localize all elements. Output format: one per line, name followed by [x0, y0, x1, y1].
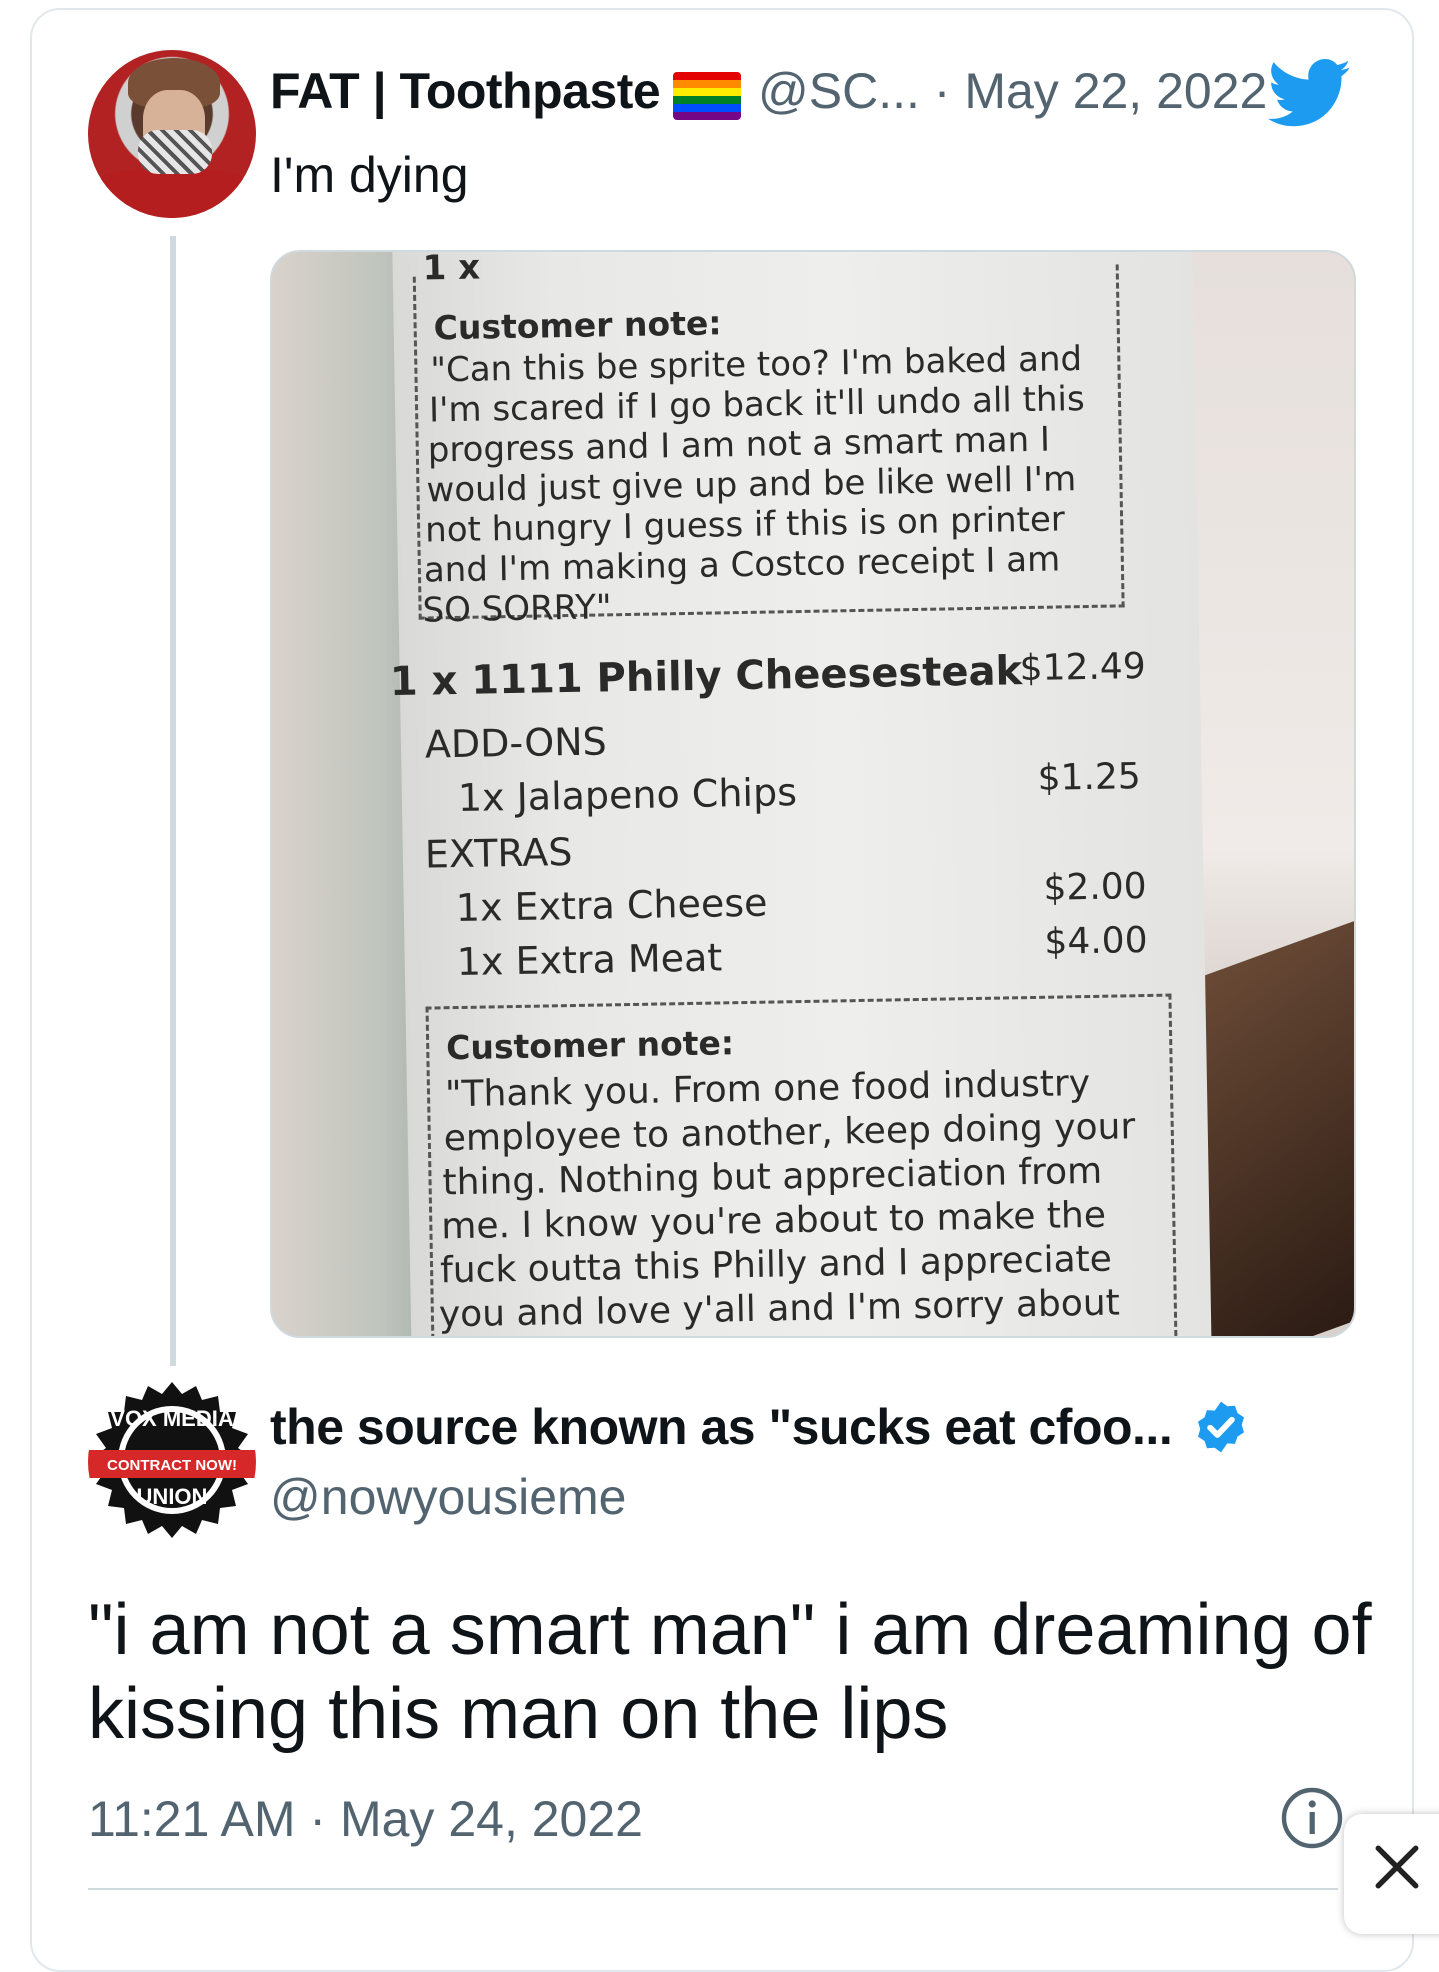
author-handle[interactable]: @nowyousieme	[270, 1468, 626, 1526]
tweet-text: "i am not a smart man" i am dreaming of …	[88, 1588, 1388, 1756]
close-icon[interactable]	[1372, 1842, 1422, 1892]
extras-header: EXTRAS	[424, 830, 573, 877]
thread-line	[170, 236, 176, 1366]
receipt-extra-price: $4.00	[1044, 919, 1148, 963]
close-popup[interactable]	[1344, 1814, 1439, 1934]
author-display-name[interactable]: the source known as "sucks eat cfoo...	[270, 1398, 1173, 1456]
receipt-extra-price: $2.00	[1043, 866, 1147, 909]
receipt-addon-price: $1.25	[1037, 756, 1142, 799]
receipt-addon: 1x Jalapeno Chips	[457, 770, 798, 821]
receipt-item: 1 x 1111 Philly Cheesesteak	[389, 648, 1023, 706]
customer-note-title: Customer note:	[445, 1023, 735, 1068]
union-logo-icon: VOX MEDIA CONTRACT NOW! UNION	[88, 1382, 256, 1538]
customer-note-title: Customer note:	[433, 303, 722, 348]
avatar-text-bottom: UNION	[137, 1484, 208, 1509]
addons-header: ADD-ONS	[424, 719, 608, 767]
avatar-text-top: VOX MEDIA	[110, 1406, 234, 1431]
twitter-bird-icon	[1268, 59, 1351, 127]
avatar[interactable]: VOX MEDIA CONTRACT NOW! UNION	[88, 1378, 256, 1546]
quoted-tweet-text: I'm dying	[270, 147, 469, 203]
tweet-photo[interactable]: 1 x Customer note: "Can this be sprite t…	[270, 250, 1356, 1338]
rainbow-flag-icon	[673, 72, 741, 120]
author-handle[interactable]: @SC...	[758, 63, 920, 119]
note-line: SO SORRY"	[422, 587, 612, 631]
author-handle-date[interactable]: @SC... · May 22, 2022	[758, 62, 1267, 120]
author-display-name[interactable]: FAT | Toothpaste	[270, 62, 661, 120]
tweet-text-line: kissing this man on the lips	[88, 1674, 949, 1754]
info-icon[interactable]	[1280, 1786, 1344, 1850]
receipt: 1 x Customer note: "Can this be sprite t…	[389, 252, 1212, 1336]
verified-badge-icon	[1198, 1401, 1244, 1453]
receipt-extra: 1x Extra Cheese	[455, 880, 768, 931]
tweet-date[interactable]: · May 22, 2022	[934, 63, 1268, 119]
divider	[88, 1888, 1338, 1890]
avatar[interactable]	[88, 50, 256, 218]
avatar-text-mid: CONTRACT NOW!	[107, 1457, 237, 1474]
receipt-item-price: $12.49	[1019, 645, 1147, 690]
receipt-extra: 1x Extra Meat	[456, 935, 723, 985]
tweet-text-line: "i am not a smart man" i am dreaming of	[88, 1590, 1372, 1670]
tweet-timestamp[interactable]: 11:21 AM · May 24, 2022	[88, 1790, 643, 1848]
